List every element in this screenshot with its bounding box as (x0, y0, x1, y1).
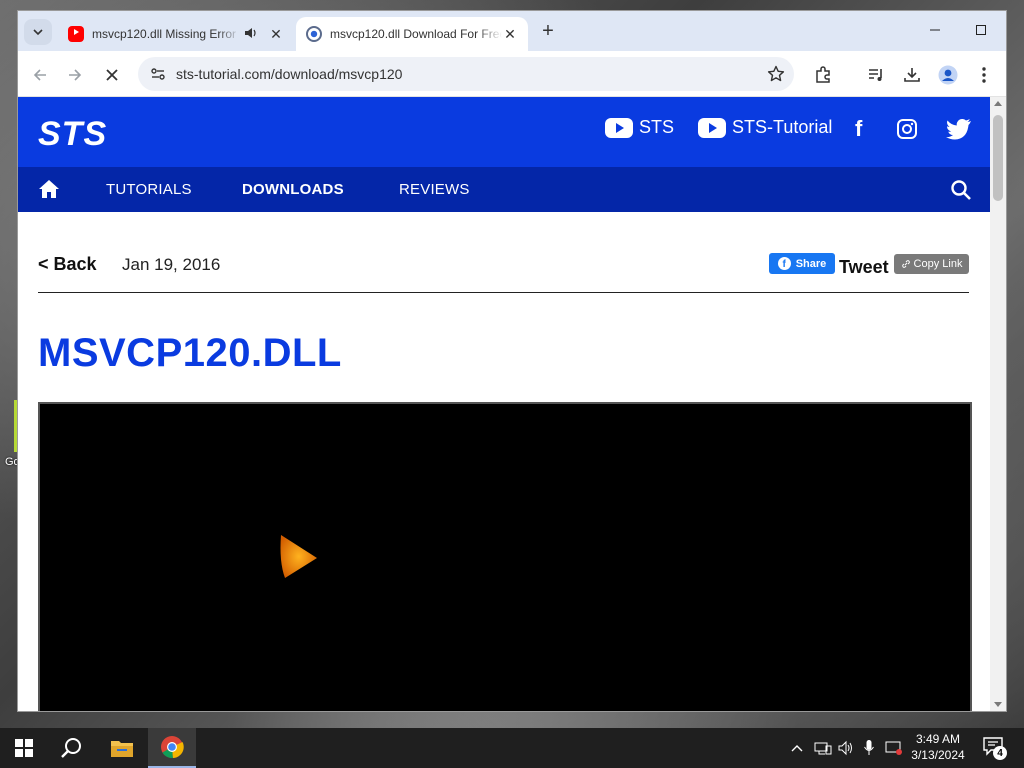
chrome-taskbar-button[interactable] (148, 728, 196, 768)
close-tab-icon[interactable]: ✕ (268, 26, 284, 43)
youtube-icon (68, 26, 84, 42)
tab-title: msvcp120.dll Download For Free (330, 27, 502, 41)
facebook-share-button[interactable]: f Share (769, 253, 835, 274)
browser-toolbar: sts-tutorial.com/download/msvcp120 (18, 51, 1006, 97)
extensions-icon[interactable] (811, 63, 835, 87)
downloads-icon[interactable] (900, 63, 924, 87)
browser-window: msvcp120.dll Missing Error ✕ msvcp120.dl… (18, 11, 1006, 711)
start-button[interactable] (0, 728, 48, 768)
site-info-icon[interactable] (140, 66, 176, 82)
search-icon[interactable] (950, 179, 972, 201)
youtube-icon (698, 117, 726, 138)
minimize-button[interactable] (912, 17, 958, 43)
show-hidden-icons[interactable] (790, 728, 804, 768)
search-button[interactable] (48, 728, 96, 768)
clock-time: 3:49 AM (915, 732, 961, 746)
nav-reviews[interactable]: REVIEWS (399, 181, 470, 198)
media-controls-icon[interactable] (864, 63, 888, 87)
network-icon[interactable] (814, 728, 832, 768)
social-youtube-sts-tutorial[interactable]: STS-Tutorial (698, 117, 832, 138)
chrome-icon (161, 736, 184, 759)
maximize-button[interactable] (958, 17, 1004, 43)
publish-date: Jan 19, 2016 (122, 255, 221, 274)
screen-recording-icon[interactable] (885, 728, 903, 768)
back-button[interactable] (26, 61, 54, 89)
link-icon (901, 260, 910, 268)
close-tab-icon[interactable]: ✕ (502, 26, 518, 43)
site-navigation: TUTORIALS DOWNLOADS REVIEWS (18, 167, 990, 212)
video-player[interactable] (38, 402, 972, 711)
header-divider (38, 292, 969, 293)
url-text[interactable]: sts-tutorial.com/download/msvcp120 (176, 66, 758, 82)
facebook-icon[interactable]: f (855, 116, 862, 142)
microphone-icon[interactable] (863, 728, 875, 768)
file-explorer-button[interactable] (98, 728, 146, 768)
social-label: STS-Tutorial (732, 117, 833, 137)
social-youtube-sts[interactable]: STS (605, 117, 674, 138)
site-logo[interactable]: STS (38, 115, 107, 154)
loading-spinner-icon (280, 535, 317, 578)
nav-tutorials[interactable]: TUTORIALS (106, 181, 192, 198)
bookmark-star-icon[interactable] (758, 65, 794, 83)
profile-avatar-icon[interactable] (936, 63, 960, 87)
page-scrollbar[interactable] (990, 97, 1006, 711)
scrollbar-thumb[interactable] (993, 115, 1003, 201)
forward-button[interactable] (61, 61, 89, 89)
twitter-icon[interactable] (946, 118, 972, 140)
tab-title: msvcp120.dll Missing Error (92, 27, 237, 41)
tab-strip: msvcp120.dll Missing Error ✕ msvcp120.dl… (18, 11, 1006, 51)
site-header: STS STS STS-Tutorial f (18, 97, 990, 167)
volume-icon[interactable] (838, 728, 854, 768)
folder-icon (111, 741, 133, 757)
close-window-button[interactable] (1002, 17, 1006, 43)
copy-link-button[interactable]: Copy Link (894, 254, 969, 274)
windows-logo-icon (15, 739, 33, 757)
address-bar[interactable]: sts-tutorial.com/download/msvcp120 (138, 57, 794, 91)
chevron-up-icon (791, 745, 803, 752)
scroll-up-icon[interactable] (994, 101, 1002, 106)
back-link[interactable]: < Back (38, 254, 97, 275)
chrome-menu-icon[interactable] (972, 63, 996, 87)
windows-taskbar: 3:49 AM 3/13/2024 4 (0, 728, 1024, 768)
tab-search-dropdown-icon[interactable] (24, 19, 52, 45)
search-icon (61, 738, 81, 758)
tab-sts-download[interactable]: msvcp120.dll Download For Free ✕ (296, 17, 528, 51)
sts-icon (306, 26, 322, 42)
clock-date: 3/13/2024 (911, 748, 965, 762)
new-tab-button[interactable]: + (536, 20, 560, 43)
system-clock[interactable]: 3:49 AM 3/13/2024 (906, 731, 970, 763)
stop-loading-button[interactable] (98, 61, 126, 89)
facebook-icon: f (777, 257, 791, 270)
social-label: STS (639, 117, 675, 137)
tweet-button[interactable]: Tweet (839, 257, 889, 278)
article-meta-bar: < Back Jan 19, 2016 f Share Tweet Copy L… (18, 212, 990, 292)
speaker-icon[interactable] (244, 27, 258, 42)
notification-count-badge: 4 (993, 746, 1007, 760)
scroll-down-icon[interactable] (994, 702, 1002, 707)
instagram-icon[interactable] (896, 118, 918, 140)
tab-youtube-video[interactable]: msvcp120.dll Missing Error ✕ (58, 17, 294, 51)
home-icon[interactable] (38, 178, 60, 200)
page-title: MSVCP120.DLL (38, 331, 342, 375)
youtube-icon (605, 117, 633, 138)
nav-downloads[interactable]: DOWNLOADS (242, 181, 344, 198)
